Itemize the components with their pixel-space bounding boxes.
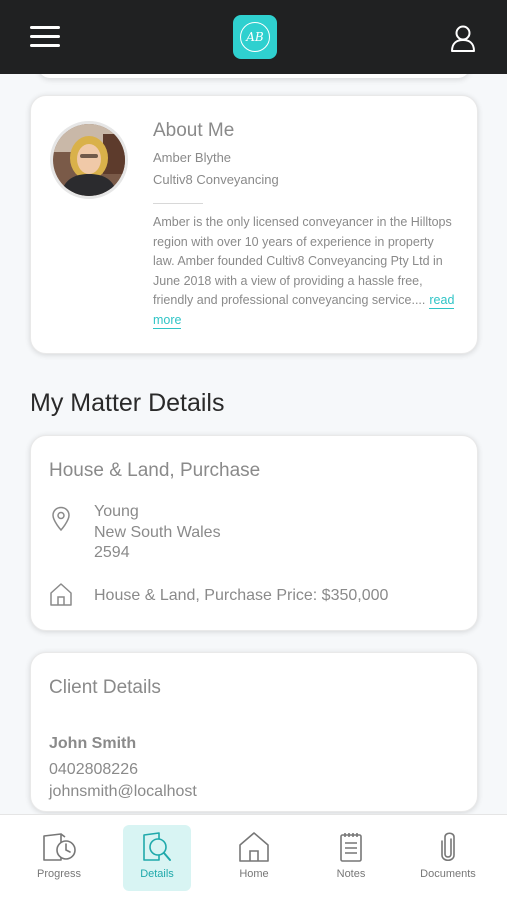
nav-progress-label: Progress <box>36 868 82 880</box>
bottom-nav: Progress Details Home Notes Documents <box>0 814 507 900</box>
matter-card: House & Land, Purchase Young New South W… <box>30 435 478 631</box>
purchase-price: House & Land, Purchase Price: $350,000 <box>94 587 389 604</box>
profile-photo <box>53 124 125 196</box>
notes-icon <box>340 833 362 862</box>
house-icon <box>50 583 72 606</box>
property-address: Young New South Wales 2594 <box>94 502 221 564</box>
matter-heading: House & Land, Purchase <box>49 460 261 481</box>
address-state: New South Wales <box>94 523 221 541</box>
menu-icon[interactable] <box>30 26 60 48</box>
about-bio: Amber is the only licensed conveyancer i… <box>153 213 458 331</box>
app-logo[interactable]: AB <box>233 15 277 59</box>
address-postcode: 2594 <box>94 544 130 561</box>
logo-monogram: AB <box>240 22 270 52</box>
home-icon <box>239 832 269 862</box>
nav-home-label: Home <box>239 868 269 880</box>
nav-notes-label: Notes <box>336 868 366 880</box>
conveyancer-name: Amber Blythe <box>153 150 232 165</box>
client-heading: Client Details <box>49 677 161 698</box>
previous-card-edge <box>38 74 470 78</box>
nav-details-label: Details <box>140 868 174 880</box>
nav-documents[interactable]: Documents <box>414 825 482 891</box>
avatar <box>50 121 128 199</box>
nav-home[interactable]: Home <box>220 825 288 891</box>
nav-notes[interactable]: Notes <box>317 825 385 891</box>
company-name: Cultiv8 Conveyancing <box>153 172 279 187</box>
top-bar: AB <box>0 0 507 74</box>
client-card: Client Details John Smith 0402808226 joh… <box>30 652 478 812</box>
client-phone[interactable]: 0402808226 <box>49 761 138 779</box>
address-suburb: Young <box>94 503 139 520</box>
user-icon[interactable] <box>450 24 476 52</box>
nav-details[interactable]: Details <box>123 825 191 891</box>
section-title: My Matter Details <box>30 389 225 417</box>
details-icon <box>143 832 171 861</box>
nav-documents-label: Documents <box>420 868 476 880</box>
progress-icon <box>43 833 76 861</box>
client-name: John Smith <box>49 735 137 752</box>
divider <box>153 203 203 204</box>
nav-progress[interactable]: Progress <box>25 825 93 891</box>
content-scroll[interactable]: About Me Amber Blythe Cultiv8 Conveyanci… <box>0 74 507 814</box>
location-pin-icon <box>52 506 70 532</box>
bio-text: Amber is the only licensed conveyancer i… <box>153 215 452 308</box>
about-card: About Me Amber Blythe Cultiv8 Conveyanci… <box>30 95 478 354</box>
client-email[interactable]: johnsmith@localhost <box>49 783 197 801</box>
paperclip-icon <box>441 832 455 862</box>
about-title: About Me <box>153 120 235 141</box>
